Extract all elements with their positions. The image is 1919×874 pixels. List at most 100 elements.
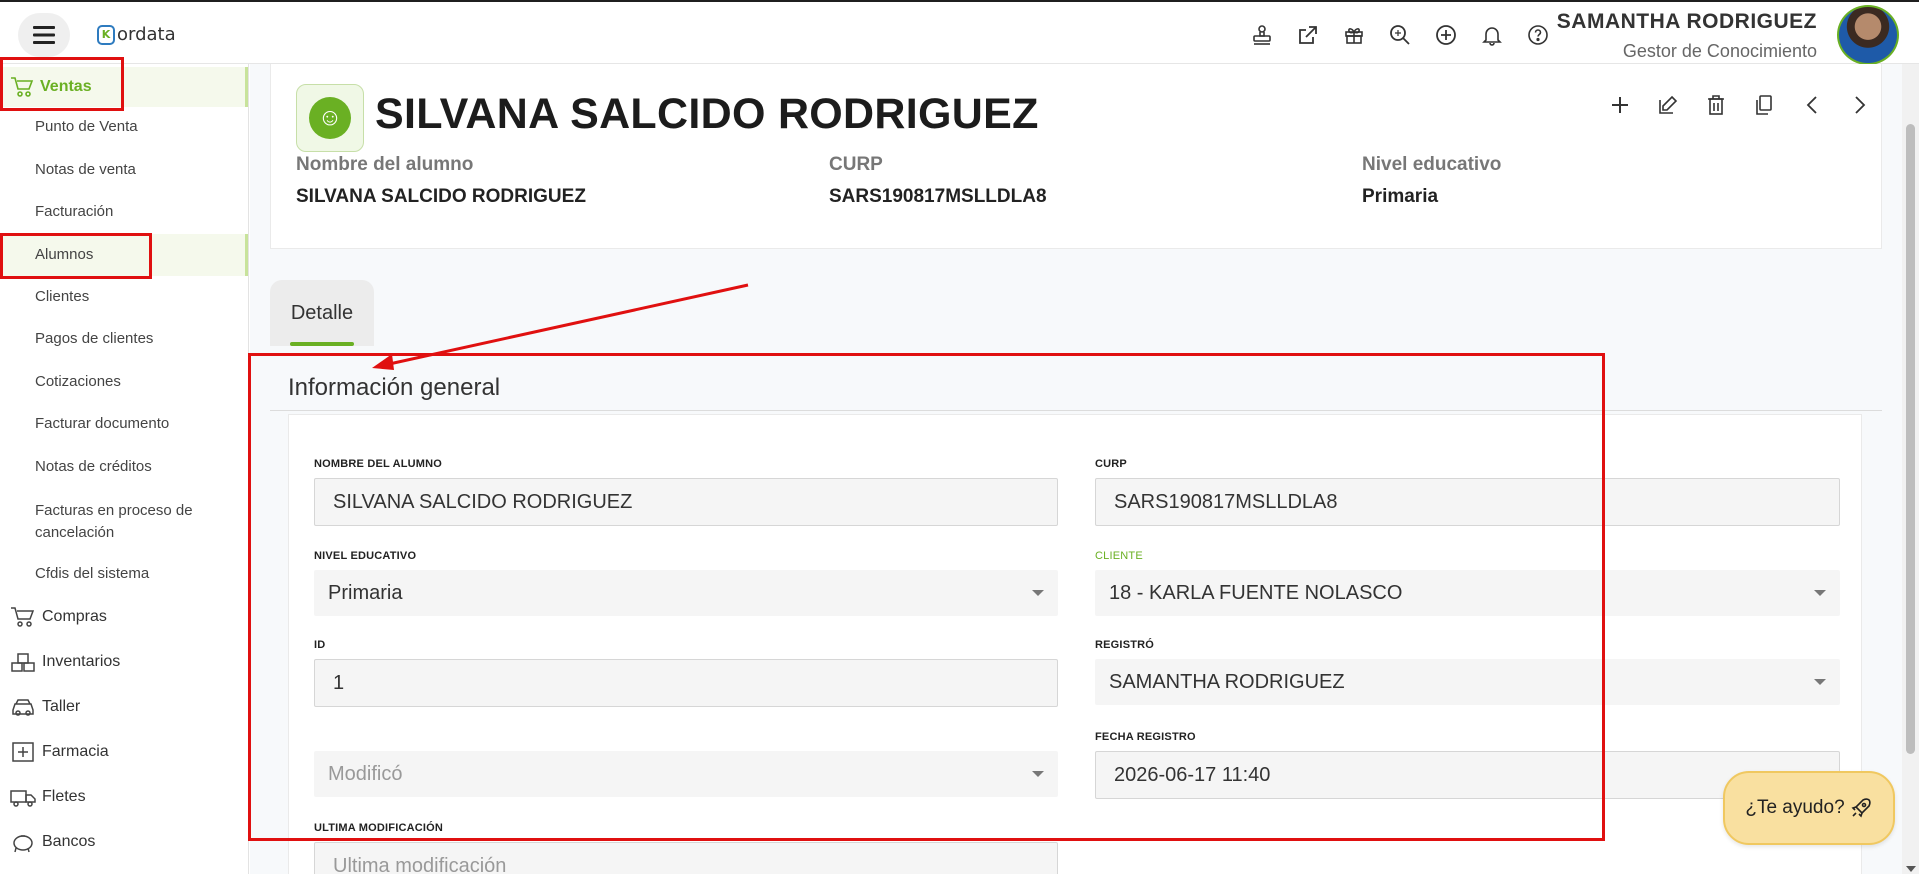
bell-icon[interactable] [1479,22,1505,48]
nivel-value: Primaria [328,581,403,604]
external-link-icon[interactable] [1295,22,1321,48]
sidebar-group-label: Taller [42,698,81,715]
copy-icon[interactable] [1753,94,1775,116]
logo-text: ordata [117,24,176,45]
fecha-registro-label: FECHA REGISTRO [1095,731,1196,743]
piggy-bank-icon [13,835,33,853]
modifico-select[interactable]: Modificó [314,751,1058,797]
tab-label: Detalle [290,301,354,324]
user-role: Gestor de Conocimiento [1622,41,1817,61]
sidebar-group-fletes[interactable]: Fletes [0,786,248,808]
chevron-down-icon [1814,679,1826,685]
boxes-icon [11,653,35,672]
prev-icon[interactable] [1801,94,1823,116]
scroll-down-arrow-icon[interactable] [1906,866,1916,872]
pharmacy-icon [12,742,34,762]
sidebar-item-facturacion[interactable]: Facturación [0,203,248,220]
sidebar-item-notas-de-creditos[interactable]: Notas de créditos [0,458,248,475]
ultima-mod-placeholder: Ultima modificación [333,854,507,874]
cliente-select[interactable]: 18 - KARLA FUENTE NOLASCO [1095,570,1840,616]
chevron-down-icon [1814,590,1826,596]
header-field-value: Primaria [1362,186,1439,207]
help-label: ¿Te ayudo? [1745,797,1845,818]
avatar[interactable] [1837,5,1899,65]
app-logo[interactable]: K ordata [97,24,176,45]
sidebar-item-cotizaciones[interactable]: Cotizaciones [0,373,248,390]
ultima-mod-field[interactable]: Ultima modificación [314,842,1058,874]
section-title: Información general [288,374,501,401]
nombre-label: NOMBRE DEL ALUMNO [314,458,443,470]
curp-label: CURP [1095,458,1127,470]
add-icon[interactable] [1609,94,1631,116]
sidebar-item-label: Cotizaciones [35,373,121,390]
add-circle-icon[interactable] [1433,22,1459,48]
header-field-nivel: Nivel educativo Primaria [1362,154,1501,208]
sidebar-item-label: Notas de venta [35,161,136,178]
curp-field[interactable]: SARS190817MSLLDLA8 [1095,478,1840,526]
header-field-value: SILVANA SALCIDO RODRIGUEZ [296,186,586,207]
scrollbar[interactable] [1902,64,1919,874]
sidebar-item-cfdis[interactable]: Cfdis del sistema [0,565,248,582]
user-name[interactable]: SAMANTHA RODRIGUEZ [1557,10,1817,34]
top-icons [1249,22,1551,48]
stamp-icon[interactable] [1249,22,1275,48]
car-icon [12,699,34,716]
gift-icon[interactable] [1341,22,1367,48]
help-chat-button[interactable]: ¿Te ayudo? [1723,771,1895,845]
edit-icon[interactable] [1657,94,1679,116]
sidebar-item-notas-de-venta[interactable]: Notas de venta [0,161,248,178]
sidebar-group-compras[interactable]: Compras [0,606,248,628]
sidebar-group-taller[interactable]: Taller [0,696,248,718]
sidebar-group-label: Inventarios [42,653,121,670]
logo-mark: K [97,24,115,45]
smiley-icon: ☺ [309,97,351,139]
sidebar-item-label: Clientes [35,288,90,305]
sidebar-item-label: Notas de créditos [35,458,152,475]
sidebar-item-label: Pagos de clientes [35,330,154,347]
header-field-value: SARS190817MSLLDLA8 [829,186,1047,207]
sidebar-item-clientes[interactable]: Clientes [0,288,248,305]
sidebar-item-punto-de-venta[interactable]: Punto de Venta [0,118,248,135]
sidebar-group-inventarios[interactable]: Inventarios [0,651,248,673]
menu-button[interactable] [18,13,70,57]
header-field-label: Nivel educativo [1362,154,1502,175]
nivel-select[interactable]: Primaria [314,570,1058,616]
zoom-search-icon[interactable] [1387,22,1413,48]
registro-label: REGISTRÓ [1095,639,1155,651]
header-field-label: Nombre del alumno [296,154,474,175]
registro-value: SAMANTHA RODRIGUEZ [1109,670,1345,693]
sidebar-group-label: Fletes [42,788,86,805]
sidebar-group-label: Farmacia [42,743,109,760]
tab-detalle[interactable]: Detalle [270,280,374,346]
general-info-form: NOMBRE DEL ALUMNO SILVANA SALCIDO RODRIG… [288,414,1862,874]
ultima-mod-label: ULTIMA MODIFICACIÓN [314,822,444,834]
header-field-label: CURP [829,154,883,175]
header-field-curp: CURP SARS190817MSLLDLA8 [829,154,1047,208]
tab-active-indicator [290,342,354,346]
sidebar-group-label: Bancos [42,833,96,850]
main-content: ☺ SILVANA SALCIDO RODRIGUEZ Nombre del a… [250,64,1919,874]
id-label: ID [314,639,326,651]
sidebar-group-bancos[interactable]: Bancos [0,831,248,853]
sidebar-item-label: Facturación [35,203,114,220]
sidebar-item-label: Punto de Venta [35,118,138,135]
truck-icon [10,790,36,807]
hamburger-icon [33,26,55,44]
record-avatar: ☺ [296,84,364,152]
id-field[interactable]: 1 [314,659,1058,707]
record-actions [1609,94,1871,116]
sidebar-item-pagos-de-clientes[interactable]: Pagos de clientes [0,330,248,347]
record-header: ☺ SILVANA SALCIDO RODRIGUEZ Nombre del a… [270,64,1882,249]
cliente-value: 18 - KARLA FUENTE NOLASCO [1109,581,1403,604]
rocket-icon [1851,798,1871,818]
nombre-field[interactable]: SILVANA SALCIDO RODRIGUEZ [314,478,1058,526]
scroll-thumb[interactable] [1906,124,1915,754]
sidebar-item-facturas-cancelacion[interactable]: Facturas en proceso de cancelación [0,500,220,544]
registro-select[interactable]: SAMANTHA RODRIGUEZ [1095,659,1840,705]
sidebar-group-label: Compras [42,608,107,625]
help-icon[interactable] [1525,22,1551,48]
sidebar-item-facturar-documento[interactable]: Facturar documento [0,415,248,432]
next-icon[interactable] [1849,94,1871,116]
delete-icon[interactable] [1705,94,1727,116]
sidebar-group-farmacia[interactable]: Farmacia [0,741,248,763]
